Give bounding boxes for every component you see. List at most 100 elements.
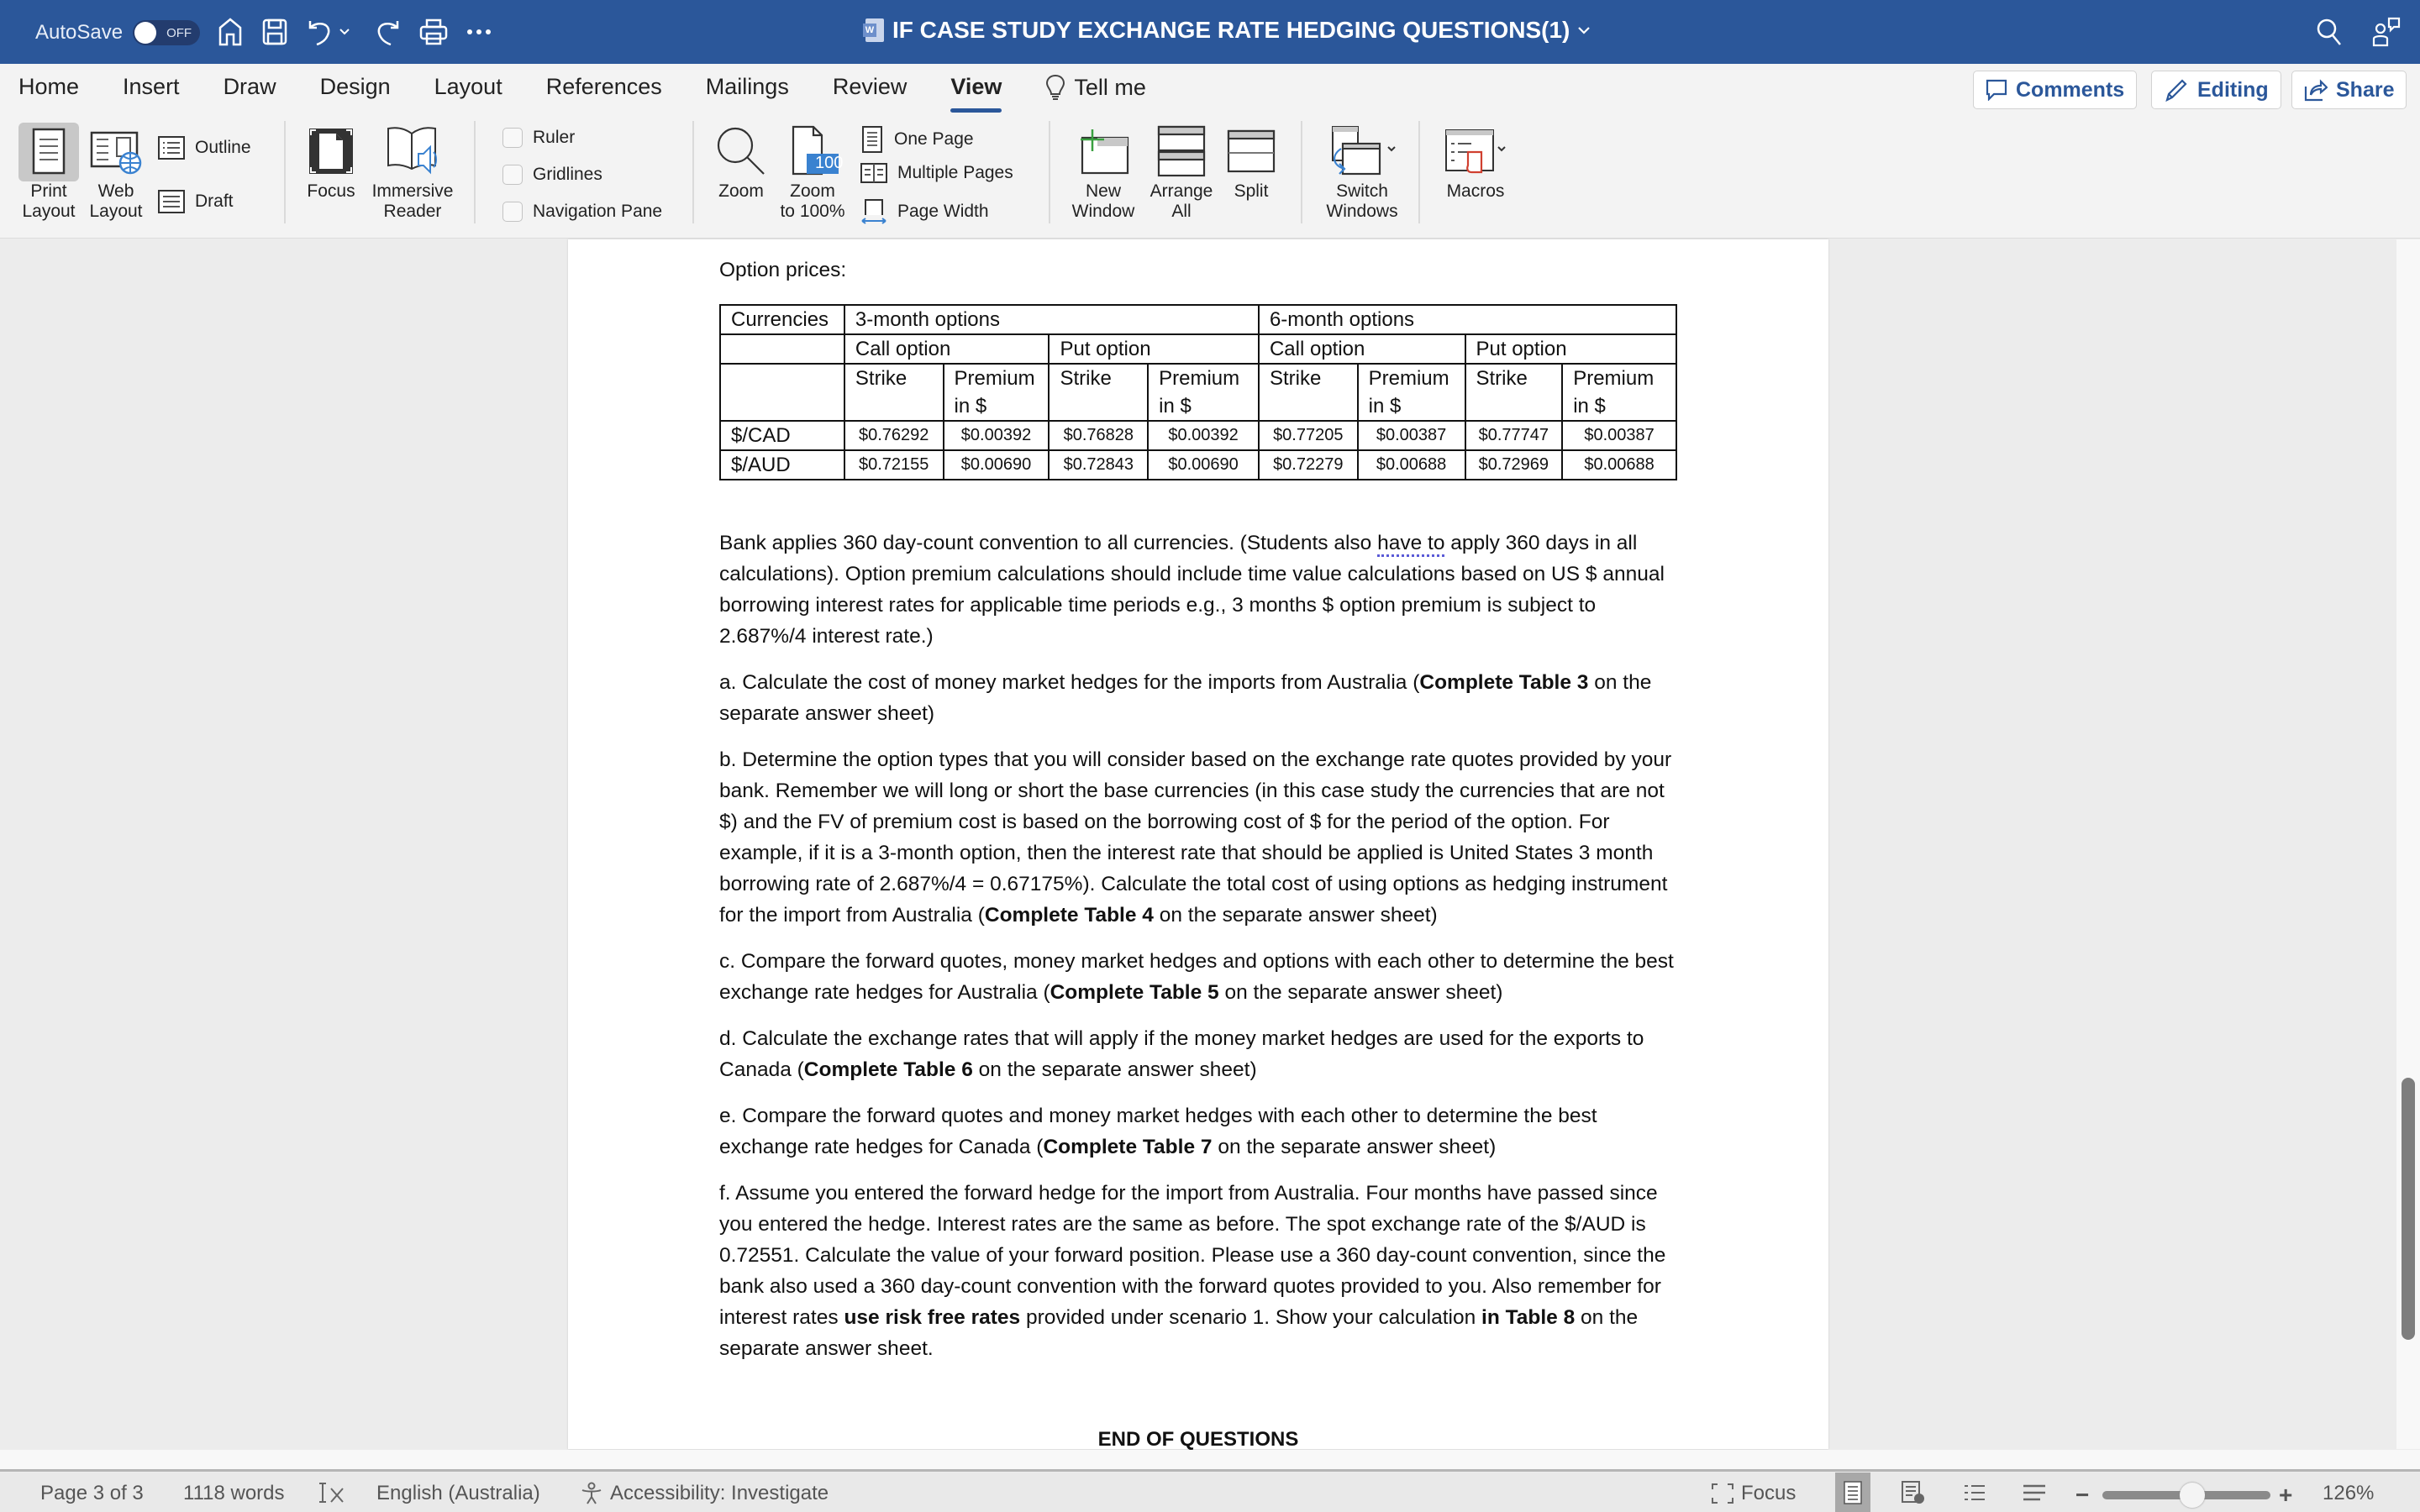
focus-mode-button[interactable]: Focus [1711,1482,1796,1505]
undo-icon[interactable] [304,15,338,49]
multiple-pages-button[interactable]: Multiple Pages [860,163,1013,183]
page-count[interactable]: Page 3 of 3 [40,1482,144,1505]
ruler-check[interactable] [502,128,523,148]
undo-dropdown-icon[interactable] [336,15,353,49]
multiple-pages-label: Multiple Pages [897,163,1013,182]
chevron-down-icon [1578,26,1591,34]
word-count[interactable]: 1118 words [183,1482,285,1505]
outline-view-button[interactable] [1956,1473,1991,1512]
text-run: on the separate answer sheet) [1218,981,1503,1004]
ruler-checkbox[interactable]: Ruler [502,128,575,148]
bold-run: in Table 8 [1481,1306,1576,1329]
comments-label: Comments [2016,77,2125,102]
navigation-pane-checkbox[interactable]: Navigation Pane [502,202,662,222]
print-layout-view-button[interactable] [1835,1473,1870,1512]
lightbulb-icon [1046,74,1065,100]
bold-run: Complete Table 4 [984,904,1154,927]
gridlines-checkbox[interactable]: Gridlines [502,165,602,185]
table-cell: $0.77205 [1257,420,1359,451]
outline-icon [158,136,185,160]
focus-label: Focus [307,181,355,201]
immersive-reader-button[interactable]: Immersive Reader [366,121,459,222]
immersive-reader-icon [387,127,437,175]
table-cell: Strike [1257,363,1359,422]
table-cell: $0.00392 [942,420,1050,451]
more-icon[interactable] [462,15,496,49]
editing-button[interactable]: Editing [2151,71,2281,109]
home-icon[interactable] [213,15,247,49]
document-page[interactable]: Option prices: Currencies 3-month option… [568,239,1828,1451]
tab-references[interactable]: References [546,74,662,101]
page-width-icon [861,199,886,224]
text-run: on the separate answer sheet) [1153,904,1438,927]
zoom-100-button[interactable]: 100 Zoom to 100% [775,121,850,222]
language[interactable]: English (Australia) [376,1482,540,1505]
search-icon[interactable] [2312,15,2346,49]
share-button[interactable]: Share [2291,71,2407,109]
tab-insert[interactable]: Insert [123,74,180,101]
outline-button[interactable]: Outline [158,136,251,160]
one-page-button[interactable]: One Page [860,126,974,153]
vertical-scroll-thumb[interactable] [2402,1078,2415,1340]
table-cell: Put option [1048,333,1260,365]
web-layout-view-button[interactable] [1896,1473,1931,1512]
page-width-button[interactable]: Page Width [860,198,989,225]
focus-button[interactable]: Focus [301,121,361,202]
print-layout-button[interactable]: Print Layout [15,121,82,222]
arrange-all-button[interactable]: Arrange All [1146,121,1217,222]
switch-windows-button[interactable]: Switch Windows [1316,121,1408,222]
tab-mailings[interactable]: Mailings [706,74,789,101]
zoom-slider-knob[interactable] [2180,1483,2205,1508]
gridlines-check[interactable] [502,165,523,185]
table-cell: Strike [1048,363,1150,422]
table-cell: Premium in $ [1147,363,1260,422]
horizontal-scrollbar[interactable] [0,1450,2420,1472]
zoom-in-button[interactable]: + [2279,1482,2292,1509]
tab-review[interactable]: Review [833,74,908,101]
autosave-toggle[interactable]: OFF [133,20,201,45]
document-title[interactable]: IF CASE STUDY EXCHANGE RATE HEDGING QUES… [863,17,1591,44]
focus-label: Focus [1741,1482,1797,1504]
collaborate-icon[interactable] [2370,15,2403,49]
table-cell: $0.76828 [1048,420,1150,451]
question-a: a. Calculate the cost of money market he… [719,667,1677,729]
new-window-button[interactable]: New Window [1065,121,1141,222]
gridlines-label: Gridlines [533,165,602,184]
vertical-scrollbar[interactable] [2396,239,2420,1449]
macros-button[interactable]: Macros [1435,121,1516,202]
zoom-out-button[interactable]: − [2075,1482,2089,1509]
proofing-icon[interactable] [318,1482,346,1504]
switch-windows-label-1: Switch [1336,181,1388,201]
accessibility-checker[interactable]: Accessibility: Investigate [580,1482,829,1505]
page-width-label: Page Width [897,202,989,221]
tab-layout[interactable]: Layout [434,74,502,101]
save-icon[interactable] [258,15,292,49]
web-layout-button[interactable]: Web Layout [84,121,148,222]
outline-icon [1965,1484,1985,1500]
tab-draw[interactable]: Draw [224,74,276,101]
ribbon-tabs: Home Insert Draw Design Layout Reference… [18,74,1190,113]
draft-view-button[interactable] [2017,1473,2052,1512]
draft-button[interactable]: Draft [158,190,234,213]
table-cell [719,363,845,422]
print-icon[interactable] [417,15,450,49]
tab-design[interactable]: Design [320,74,391,101]
focus-icon [309,129,353,174]
zoom-slider[interactable] [2102,1483,2270,1508]
navigation-pane-check[interactable] [502,202,523,222]
comments-button[interactable]: Comments [1973,71,2138,109]
tab-home[interactable]: Home [18,74,79,101]
redo-icon[interactable] [370,15,403,49]
tell-me-search[interactable]: Tell me [1045,74,1146,101]
table-cell: Premium in $ [1356,363,1466,422]
zoom-percent[interactable]: 126% [2323,1482,2374,1505]
group-separator [1418,121,1420,223]
new-window-label-2: Window [1071,202,1135,221]
grammar-suggestion[interactable]: have to [1377,532,1445,557]
question-d: d. Calculate the exchange rates that wil… [719,1023,1677,1085]
split-button[interactable]: Split [1222,121,1281,202]
zoom-100-label-1: Zoom [790,181,835,201]
zoom-button[interactable]: Zoom [708,121,775,202]
document-canvas: Option prices: Currencies 3-month option… [0,239,2420,1451]
tab-view[interactable]: View [950,74,1002,113]
